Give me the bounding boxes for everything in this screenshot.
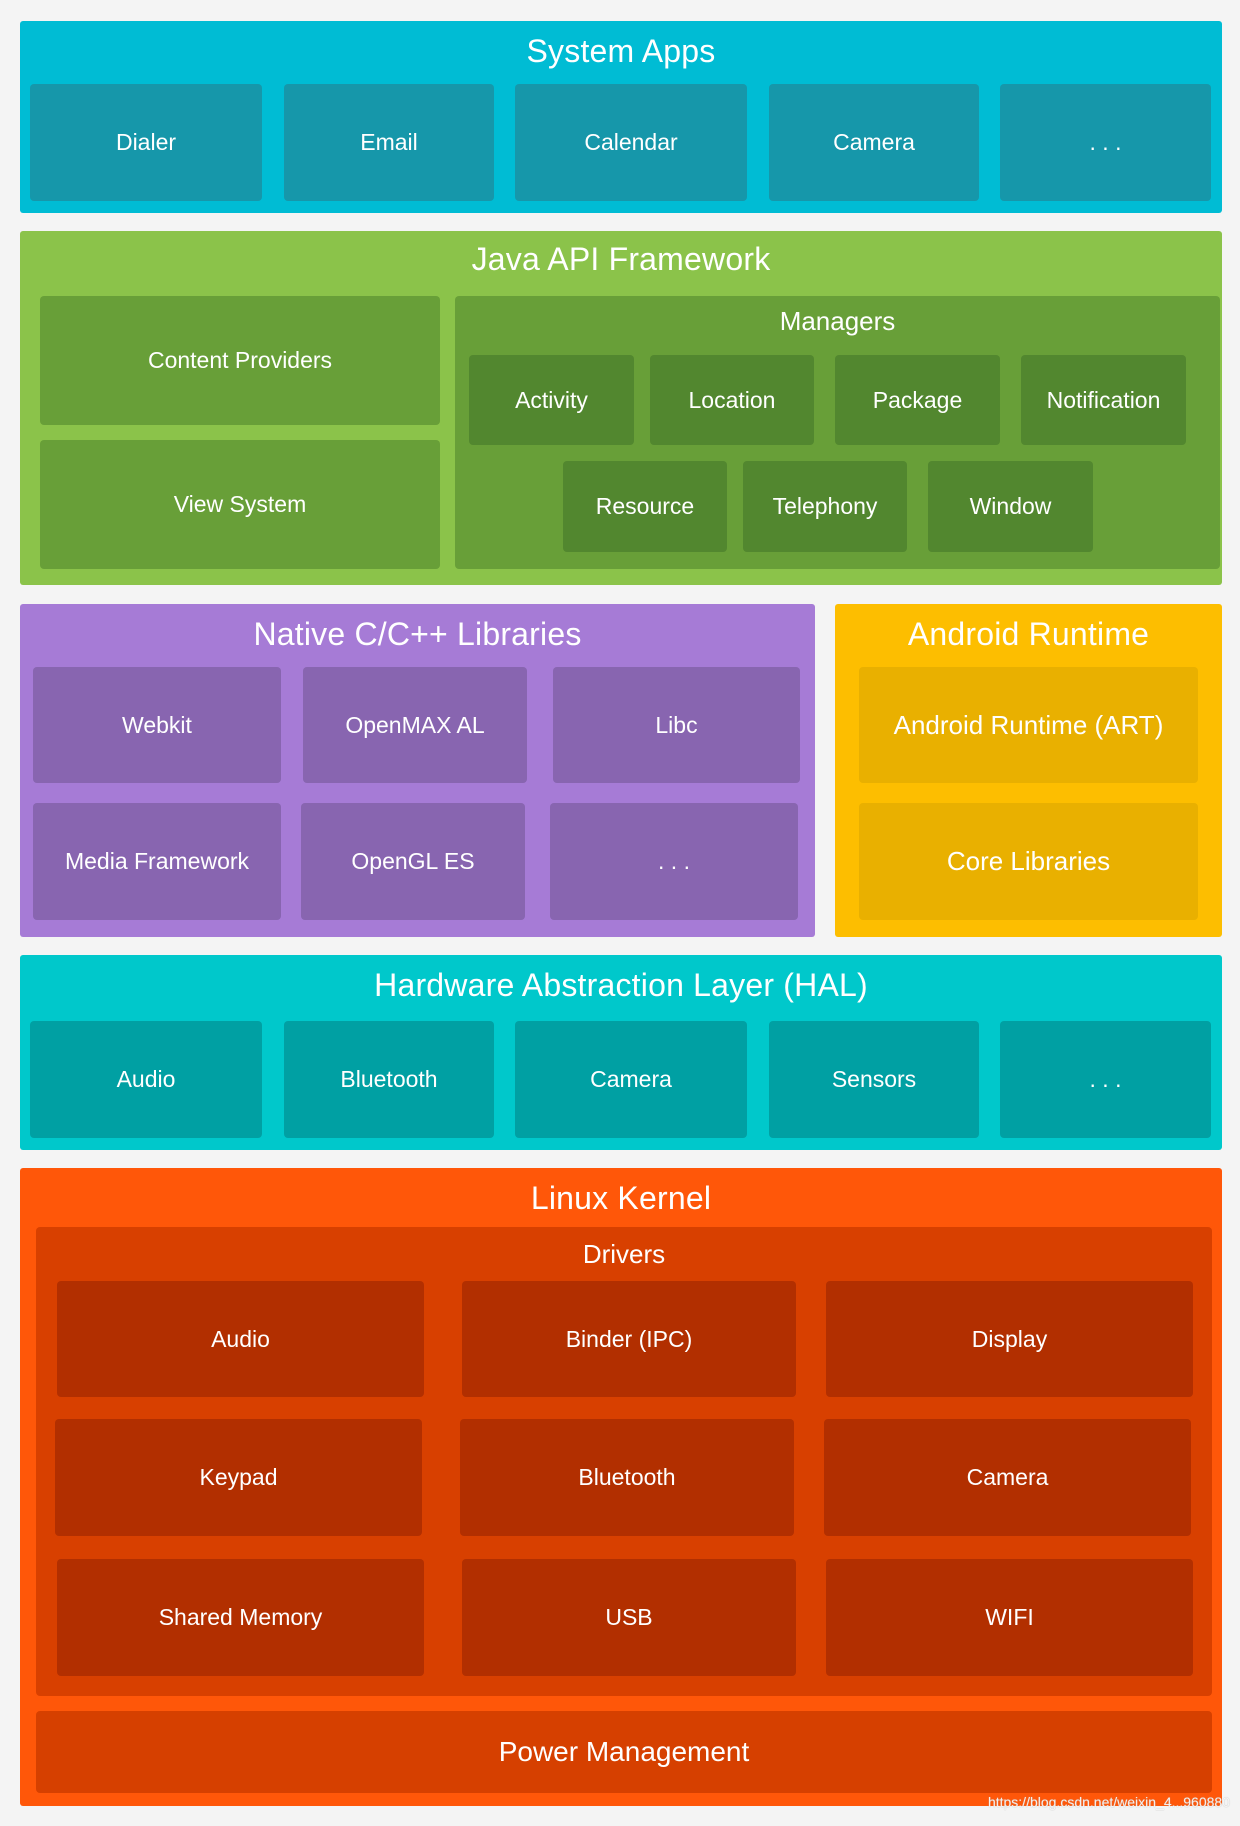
java-api-title: Java API Framework: [471, 241, 771, 277]
driver-shared-memory: Shared Memory: [57, 1559, 424, 1676]
android-runtime-title: Android Runtime: [907, 616, 1150, 652]
hal-camera: Camera: [515, 1021, 747, 1138]
watermark: https://blog.csdn.net/weixin_4...960880: [987, 1794, 1230, 1810]
app-more: . . .: [1000, 84, 1211, 201]
driver-keypad: Keypad: [55, 1419, 422, 1536]
linux-kernel-title: Linux Kernel: [530, 1180, 712, 1216]
driver-bluetooth: Bluetooth: [460, 1419, 794, 1536]
manager-notification: Notification: [1021, 355, 1186, 445]
managers-panel: Managers Activity Location Package Notif…: [455, 296, 1220, 569]
lib-webkit: Webkit: [33, 667, 281, 783]
driver-binder-ipc: Binder (IPC): [462, 1281, 796, 1397]
driver-usb: USB: [462, 1559, 796, 1676]
app-dialer: Dialer: [30, 84, 262, 201]
content-providers: Content Providers: [40, 296, 440, 425]
view-system: View System: [40, 440, 440, 569]
app-camera: Camera: [769, 84, 979, 201]
manager-location: Location: [650, 355, 814, 445]
hal-bluetooth: Bluetooth: [284, 1021, 494, 1138]
managers-title: Managers: [779, 306, 896, 336]
hal-sensors: Sensors: [769, 1021, 979, 1138]
app-email: Email: [284, 84, 494, 201]
app-calendar: Calendar: [515, 84, 747, 201]
lib-openmax-al: OpenMAX AL: [303, 667, 527, 783]
manager-window: Window: [928, 461, 1093, 552]
art-runtime: Android Runtime (ART): [859, 667, 1198, 783]
drivers-panel: Drivers Audio Binder (IPC) Display Keypa…: [36, 1227, 1212, 1696]
drivers-title: Drivers: [582, 1239, 666, 1269]
lib-libc: Libc: [553, 667, 800, 783]
manager-telephony: Telephony: [743, 461, 907, 552]
power-management: Power Management: [36, 1711, 1212, 1793]
manager-package: Package: [835, 355, 1000, 445]
native-libraries-layer: Native C/C++ Libraries Webkit OpenMAX AL…: [20, 604, 815, 937]
system-apps-layer: System Apps Dialer Email Calendar Camera…: [20, 21, 1222, 213]
driver-wifi: WIFI: [826, 1559, 1193, 1676]
hal-audio: Audio: [30, 1021, 262, 1138]
system-apps-title: System Apps: [526, 33, 716, 69]
driver-display: Display: [826, 1281, 1193, 1397]
manager-resource: Resource: [563, 461, 727, 552]
driver-audio: Audio: [57, 1281, 424, 1397]
hal-title: Hardware Abstraction Layer (HAL): [374, 967, 868, 1003]
native-libraries-title: Native C/C++ Libraries: [253, 616, 582, 652]
lib-media-framework: Media Framework: [33, 803, 281, 920]
linux-kernel-layer: Linux Kernel Drivers Audio Binder (IPC) …: [20, 1168, 1222, 1806]
core-libraries: Core Libraries: [859, 803, 1198, 920]
driver-camera: Camera: [824, 1419, 1191, 1536]
hal-layer: Hardware Abstraction Layer (HAL) Audio B…: [20, 955, 1222, 1150]
lib-opengl-es: OpenGL ES: [301, 803, 525, 920]
hal-more: . . .: [1000, 1021, 1211, 1138]
manager-activity: Activity: [469, 355, 634, 445]
android-runtime-layer: Android Runtime Android Runtime (ART) Co…: [835, 604, 1222, 937]
java-api-framework-layer: Java API Framework Content Providers Vie…: [20, 231, 1222, 585]
lib-more: . . .: [550, 803, 798, 920]
